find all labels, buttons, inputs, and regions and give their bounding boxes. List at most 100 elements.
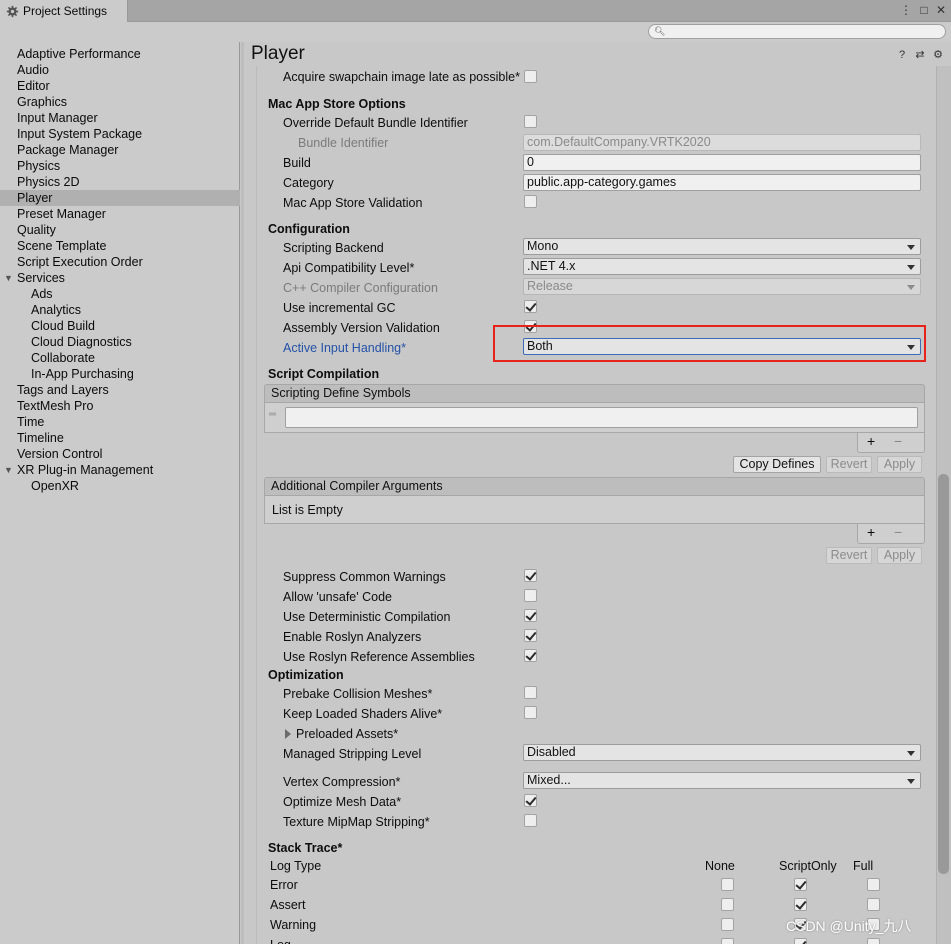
sidebar-item[interactable]: Input Manager <box>0 110 240 126</box>
stack-trace-none-checkbox[interactable] <box>721 878 734 891</box>
stack-trace-none-checkbox[interactable] <box>721 938 734 944</box>
roslyn-analyzers-label: Enable Roslyn Analyzers <box>283 630 422 644</box>
close-icon[interactable]: ✕ <box>934 3 948 17</box>
settings-icon[interactable]: ⚙ <box>932 49 944 61</box>
sidebar-item-label: Input Manager <box>17 111 98 125</box>
stack-trace-none-checkbox[interactable] <box>721 898 734 911</box>
configuration-header: Configuration <box>268 222 350 236</box>
sidebar-item[interactable]: In-App Purchasing <box>0 366 240 382</box>
revert-button-2[interactable]: Revert <box>826 547 872 564</box>
define-symbols-footer: + − <box>857 433 925 453</box>
sidebar-item[interactable]: Tags and Layers <box>0 382 240 398</box>
sidebar-item[interactable]: Player <box>0 190 240 206</box>
sidebar-item[interactable]: TextMesh Pro <box>0 398 240 414</box>
build-field[interactable]: 0 <box>523 154 921 171</box>
sidebar-item-label: Tags and Layers <box>17 383 109 397</box>
sidebar-item-label: Time <box>17 415 45 429</box>
revert-button[interactable]: Revert <box>826 456 872 473</box>
sidebar-item-label: OpenXR <box>31 479 79 493</box>
sidebar-item[interactable]: Input System Package <box>0 126 240 142</box>
preset-icon[interactable]: ⇄ <box>914 49 926 61</box>
texture-mipmap-checkbox[interactable] <box>524 814 537 827</box>
optimize-mesh-label: Optimize Mesh Data* <box>283 795 402 809</box>
sidebar-item[interactable]: Cloud Build <box>0 318 240 334</box>
prebake-checkbox[interactable] <box>524 686 537 699</box>
foldout-arrow-icon[interactable]: ▼ <box>4 462 13 478</box>
remove-icon[interactable]: − <box>894 524 902 541</box>
copy-defines-button[interactable]: Copy Defines <box>733 456 821 473</box>
foldout-arrow-icon[interactable]: ▼ <box>4 270 13 286</box>
sidebar-item[interactable]: Audio <box>0 62 240 78</box>
sidebar-item[interactable]: Adaptive Performance <box>0 46 240 62</box>
maximize-icon[interactable]: □ <box>917 3 931 17</box>
keep-shaders-checkbox[interactable] <box>524 706 537 719</box>
deterministic-label: Use Deterministic Compilation <box>283 610 451 624</box>
sidebar-item[interactable]: Physics 2D <box>0 174 240 190</box>
preloaded-assets-label[interactable]: Preloaded Assets* <box>296 727 398 741</box>
sidebar-item[interactable]: ▼ Services <box>0 270 240 286</box>
sidebar-item[interactable]: Cloud Diagnostics <box>0 334 240 350</box>
log-type-label: Error <box>270 878 298 892</box>
sidebar-item[interactable]: Graphics <box>0 94 240 110</box>
sidebar-item[interactable]: OpenXR <box>0 478 240 494</box>
stack-trace-full-checkbox[interactable] <box>867 898 880 911</box>
app-store-validation-checkbox[interactable] <box>524 195 537 208</box>
category-field[interactable]: public.app-category.games <box>523 174 921 191</box>
sidebar-item[interactable]: Quality <box>0 222 240 238</box>
suppress-warnings-checkbox[interactable] <box>524 569 537 582</box>
sidebar-item[interactable]: Timeline <box>0 430 240 446</box>
override-bundle-checkbox[interactable] <box>524 115 537 128</box>
foldout-arrow-icon[interactable] <box>285 729 291 739</box>
search-field[interactable]: 🔍︎ <box>648 24 946 39</box>
vertex-compression-dropdown[interactable]: Mixed... <box>523 772 921 789</box>
sidebar-item[interactable]: Physics <box>0 158 240 174</box>
sidebar-item[interactable]: Version Control <box>0 446 240 462</box>
sidebar-item[interactable]: Scene Template <box>0 238 240 254</box>
scripting-backend-dropdown[interactable]: Mono <box>523 238 921 255</box>
optimize-mesh-checkbox[interactable] <box>524 794 537 807</box>
incremental-gc-checkbox[interactable] <box>524 300 537 313</box>
sidebar-item-label: Cloud Build <box>31 319 95 333</box>
list-empty-text: List is Empty <box>272 503 343 517</box>
roslyn-analyzers-checkbox[interactable] <box>524 629 537 642</box>
stack-trace-none-checkbox[interactable] <box>721 918 734 931</box>
sidebar-item[interactable]: Time <box>0 414 240 430</box>
menu-icon[interactable]: ⋮ <box>899 3 913 17</box>
drag-handle-icon[interactable]: ═ <box>269 409 276 420</box>
stack-trace-script-only-checkbox[interactable] <box>794 938 807 944</box>
sidebar-item[interactable]: Collaborate <box>0 350 240 366</box>
deterministic-checkbox[interactable] <box>524 609 537 622</box>
sidebar-item[interactable]: Script Execution Order <box>0 254 240 270</box>
sidebar-item[interactable]: Analytics <box>0 302 240 318</box>
sidebar-item[interactable]: Ads <box>0 286 240 302</box>
sidebar-item-label: Collaborate <box>31 351 95 365</box>
stripping-level-dropdown[interactable]: Disabled <box>523 744 921 761</box>
search-input[interactable] <box>665 25 941 38</box>
help-icon[interactable]: ? <box>896 49 908 61</box>
api-compat-dropdown[interactable]: .NET 4.x <box>523 258 921 275</box>
sidebar-item[interactable]: Package Manager <box>0 142 240 158</box>
sidebar-item[interactable]: Preset Manager <box>0 206 240 222</box>
acquire-swapchain-checkbox[interactable] <box>524 70 537 83</box>
add-icon[interactable]: + <box>867 433 875 450</box>
window-tab[interactable]: Project Settings <box>0 0 128 22</box>
define-symbols-field[interactable] <box>285 407 918 428</box>
cpp-compiler-label: C++ Compiler Configuration <box>283 281 438 295</box>
stack-trace-script-only-checkbox[interactable] <box>794 878 807 891</box>
apply-button[interactable]: Apply <box>877 456 922 473</box>
add-icon[interactable]: + <box>867 524 875 541</box>
sidebar-item[interactable]: Editor <box>0 78 240 94</box>
allow-unsafe-checkbox[interactable] <box>524 589 537 602</box>
remove-icon[interactable]: − <box>894 433 902 450</box>
title-bar <box>0 0 951 22</box>
sidebar-item-label: Input System Package <box>17 127 143 141</box>
scrollbar-thumb[interactable] <box>938 474 949 874</box>
roslyn-reference-checkbox[interactable] <box>524 649 537 662</box>
sidebar-item[interactable]: ▼ XR Plug-in Management <box>0 462 240 478</box>
stack-trace-full-checkbox[interactable] <box>867 938 880 944</box>
stack-trace-script-only-checkbox[interactable] <box>794 898 807 911</box>
suppress-warnings-label: Suppress Common Warnings <box>283 570 446 584</box>
stack-trace-full-checkbox[interactable] <box>867 878 880 891</box>
gear-icon <box>6 5 19 17</box>
apply-button-2[interactable]: Apply <box>877 547 922 564</box>
